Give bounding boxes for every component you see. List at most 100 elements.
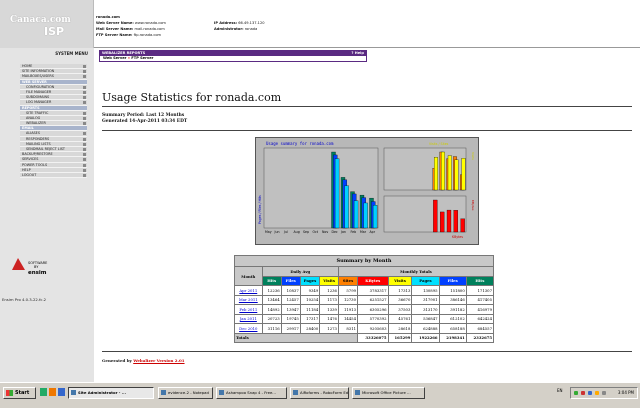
month-link[interactable]: Mar 2011 [234,294,263,305]
totals-label: Totals [233,332,359,343]
table-cell: 8311 [337,323,359,334]
tray-icon[interactable] [595,391,599,395]
table-cell: 1236 [319,285,339,296]
x-tick-label: Aug [294,230,300,234]
taskbar-button[interactable]: AiRoforms - RoboForm Editor [290,387,349,399]
taskbar-button-label: evidence-2 - Notepad [168,390,209,395]
quicklaunch-icon[interactable] [49,388,56,396]
webalizer-link[interactable]: Webalizer Version 2.01 [133,358,184,363]
col-header: Hits [261,275,282,286]
table-row: Jan 2011 20723 19745 17317 1476 14454 5770392 4… [234,313,495,324]
table-row: Feb 2011 14892 13947 11184 1339 11913 6305296 3… [234,304,495,315]
taskbar-button-label: Microsoft Office Picture ... [362,390,411,395]
totals-cell: 165299 [387,332,413,343]
menu-arrow-icon [83,173,86,177]
month-link[interactable]: Jan 2011 [234,313,263,324]
month-link[interactable]: Dec 2010 [234,323,263,334]
table-cell: 151800 [438,285,467,296]
isp-logo[interactable]: Canaca.com ISP [0,0,94,48]
quicklaunch-icon[interactable] [58,388,65,396]
x-tick-label: Jan [340,230,346,234]
quicklaunch-icon[interactable] [40,388,47,396]
system-tray: EN 3:04 PM [557,387,638,399]
table-cell: 1339 [319,304,339,315]
table-cell: 9205603 [357,323,389,334]
table-cell: 416979 [465,304,495,315]
x-tick-label: Jul [283,230,288,234]
ftp-server-value: ftp.ronada.com [133,33,162,37]
web-server-value: www.ronada.com [134,21,166,25]
ensim-logo: SOFTWARE BY ensim [12,258,47,276]
month-link[interactable]: Apr 2011 [234,285,263,296]
table-cell: 28618 [387,323,413,334]
tray-icon[interactable] [588,391,592,395]
table-cell: 624888 [411,323,440,334]
sidebar-item-label: CONFIGURATION [26,84,55,89]
bar-kbytes [446,209,452,233]
generated-by: Generated by Webalizer Version 2.01 [102,358,185,363]
generated-by-prefix: Generated by [102,358,134,363]
x-tick-label: Oct [313,230,319,234]
language-indicator[interactable]: EN [557,388,563,393]
taskbar-button[interactable]: Ashampoo Snap 4 - Free... [216,387,287,399]
sidebar-item-label: ANALOG [26,115,41,120]
right-axis-visits: Visits [471,152,475,160]
taskbar-button[interactable]: Microsoft Office Picture ... [352,387,425,399]
totals-row: Totals 33326075 165299 1922266 2198341 233267… [233,332,495,343]
menu-arrow-icon [83,148,86,151]
sidebar-item-label: SERVICES [22,157,39,162]
crumb-web-server[interactable]: Web Server [103,56,126,60]
sidebar-item-label: SENDMAIL REJECT LIST [26,147,65,151]
menu-arrow-icon [83,75,86,79]
taskbar-button[interactable]: evidence-2 - Notepad [158,387,213,399]
app-icon [219,390,224,395]
system-menu: HOME SITE INFORMATION MAILBOXES/USERS WEB S… [20,64,87,179]
y-axis-label: Pages / Files / Hits [258,195,262,224]
system-menu-title: SYSTEM MENU [55,51,88,56]
table-cell: 37503 [387,304,413,315]
col-header: Files [280,275,301,286]
main-content: WEBALIZER REPORTS ? Help Web Server » FT… [94,48,640,382]
windows-logo-icon [6,390,13,396]
start-button[interactable]: Start [3,387,36,399]
table-cell: 14892 [261,304,282,315]
table-cell: 642424 [465,313,495,324]
x-tick-label: Dec [332,230,338,234]
bar-kbytes [440,211,445,233]
table-cell: 386146 [438,294,467,305]
ip-label: IP Address: [214,21,238,25]
col-header: Sites [337,275,359,286]
totals-cell: 2198341 [438,332,467,343]
menu-arrow-icon [83,96,86,100]
menu-arrow-icon [83,65,86,68]
taskbar-button-label: AiRoforms - RoboForm Editor [300,390,349,395]
sidebar-item-label: EMAIL [22,126,34,131]
tray-icon[interactable] [581,391,585,395]
tray-icon[interactable] [574,391,578,395]
x-tick-label: Nov [322,230,328,234]
totals-cell: 33326075 [357,332,389,343]
volume-icon[interactable] [602,391,606,395]
table-cell: 417405 [465,294,495,305]
ensim-version: Ensim Pro 4.0.3-22.fc.2 [2,297,47,302]
menu-arrow-icon [83,85,86,89]
ftp-server-label: FTP Server Name: [96,33,133,37]
totals-cell: 2332675 [465,332,495,343]
taskbar-button[interactable]: Site Administrator - ... [68,387,154,399]
ensim-badge-mid: BY [34,265,39,269]
table-cell: 9349 [299,285,321,296]
divider [102,351,632,352]
month-link[interactable]: Feb 2011 [234,304,263,315]
bar-visits [441,151,445,191]
col-header: Files [438,275,467,286]
menu-arrow-icon [83,132,86,136]
sidebar-item-logout[interactable]: LOGOUT [20,172,87,179]
table-row: Dec 2010 31116 29917 28400 1273 8311 9205603 28… [234,323,495,334]
table-cell: 1173 [319,294,339,305]
table-row: Mar 2011 13464 12457 10254 1173 12730 6251527 3… [234,294,495,305]
table-cell: 13464 [261,294,282,305]
crumb-ftp-server[interactable]: FTP Server [131,56,153,60]
table-cell: 612102 [438,313,467,324]
col-header: Pages [299,275,321,286]
sidebar-item-label: ALIASES [26,131,40,136]
